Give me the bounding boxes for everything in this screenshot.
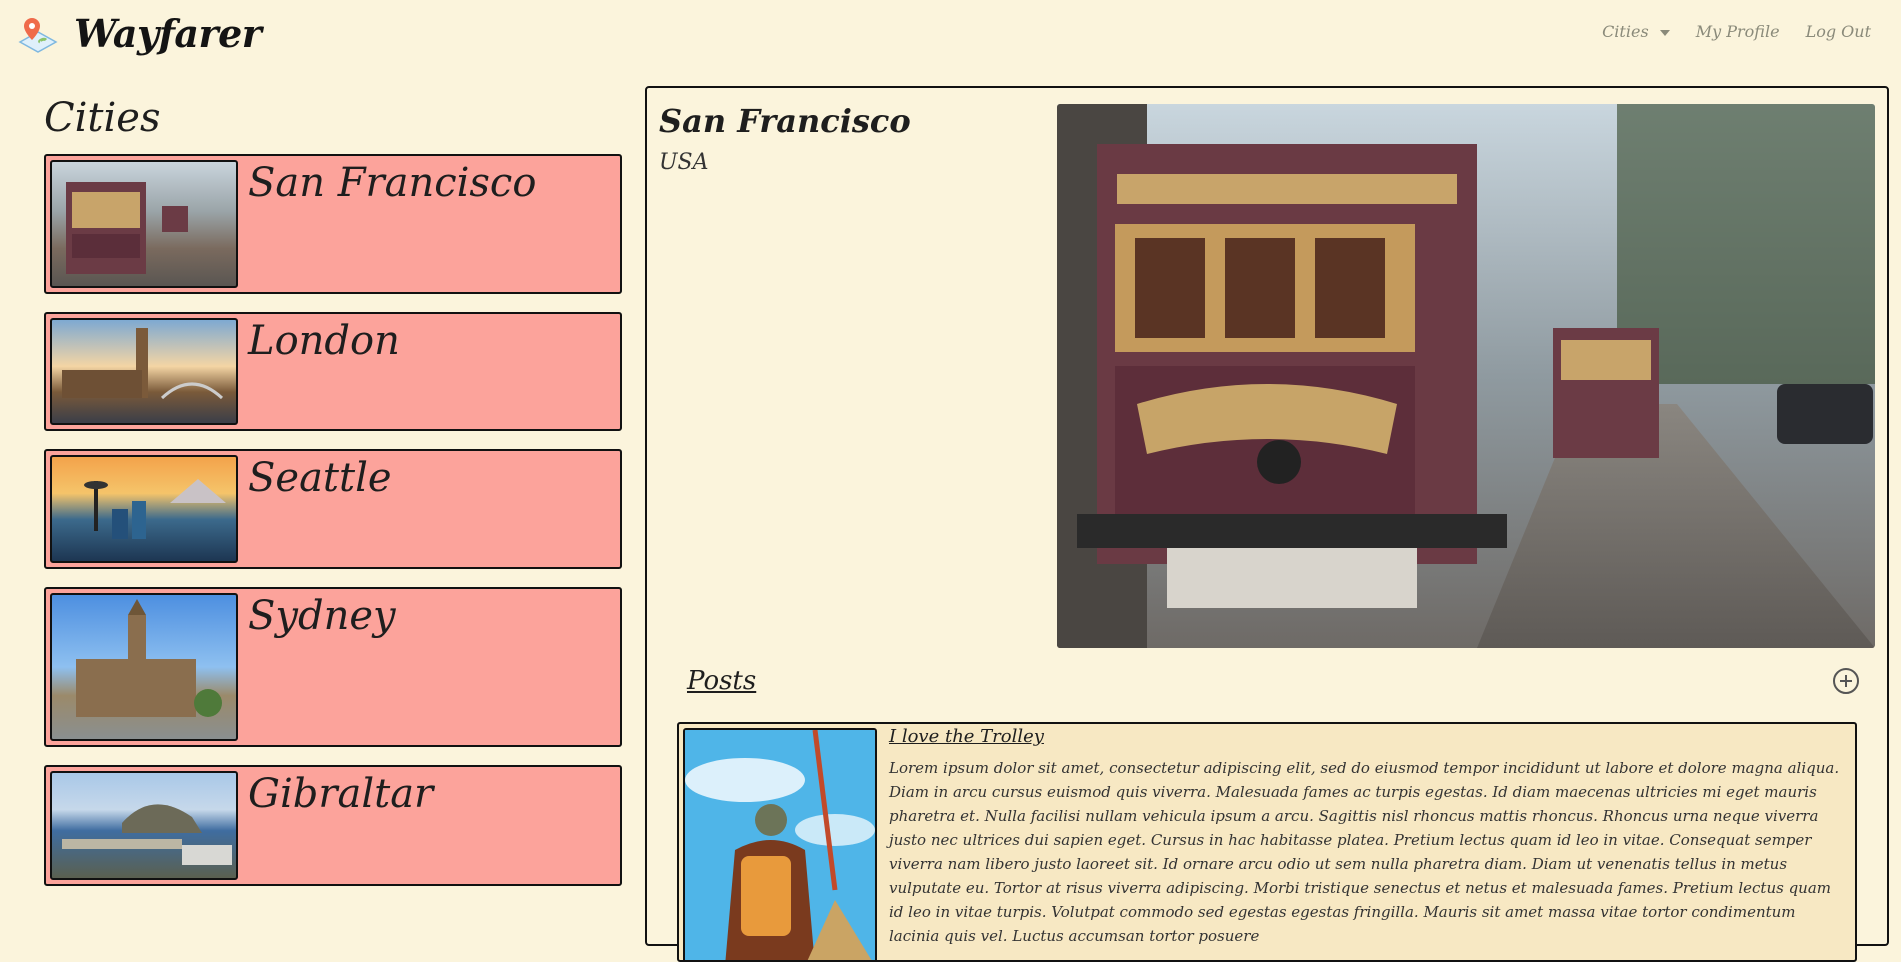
city-detail-panel: San Francisco USA Posts I love the Troll… — [645, 86, 1889, 962]
city-thumbnail — [50, 160, 238, 288]
sydney-thumbnail-image — [76, 599, 222, 717]
app-title: Wayfarer — [74, 11, 262, 56]
post-body: Lorem ipsum dolor sit amet, consectetur … — [889, 759, 1840, 945]
city-thumbnail — [50, 771, 238, 880]
gibraltar-thumbnail-image — [62, 804, 232, 865]
city-card-london[interactable]: London — [44, 312, 622, 431]
navbar: Wayfarer Cities My Profile Log Out — [0, 0, 1901, 66]
posts-title: Posts — [687, 666, 757, 696]
add-post-button[interactable] — [1833, 668, 1859, 694]
nav-cities-dropdown[interactable]: Cities — [1602, 22, 1670, 41]
trolley-thumbnail-image — [66, 182, 188, 274]
hiker-post-image — [685, 730, 875, 960]
city-name: San Francisco — [248, 160, 537, 206]
city-thumbnail — [50, 593, 238, 741]
city-name: London — [248, 318, 400, 364]
city-title: San Francisco — [659, 102, 911, 140]
post-thumbnail — [683, 728, 877, 960]
city-card-sydney[interactable]: Sydney — [44, 587, 622, 747]
city-name: Sydney — [248, 593, 396, 639]
brand[interactable]: Wayfarer — [16, 11, 262, 56]
big-ben-thumbnail-image — [62, 328, 224, 400]
seattle-thumbnail-image — [84, 479, 226, 539]
post-title-link[interactable]: I love the Trolley — [889, 726, 1044, 747]
sidebar-title: Cities — [44, 95, 161, 141]
nav-links: Cities My Profile Log Out — [1602, 22, 1871, 41]
city-card-san-francisco[interactable]: San Francisco — [44, 154, 622, 294]
caret-down-icon — [1659, 29, 1670, 36]
city-country: USA — [659, 150, 709, 175]
city-name: Seattle — [248, 455, 392, 501]
city-hero-image — [1057, 104, 1875, 648]
city-name: Gibraltar — [248, 771, 434, 817]
post-card[interactable]: I love the Trolley Lorem ipsum dolor sit… — [677, 722, 1857, 962]
nav-my-profile[interactable]: My Profile — [1696, 22, 1780, 41]
nav-cities-label: Cities — [1602, 22, 1649, 41]
city-thumbnail — [50, 455, 238, 563]
city-card-seattle[interactable]: Seattle — [44, 449, 622, 569]
nav-log-out[interactable]: Log Out — [1806, 22, 1871, 41]
cities-sidebar: Cities San Francisco London Seattle Sydn… — [44, 94, 622, 904]
cable-car-hero-image — [1057, 104, 1875, 648]
map-pin-logo-icon — [16, 14, 60, 54]
city-card-gibraltar[interactable]: Gibraltar — [44, 765, 622, 886]
city-thumbnail — [50, 318, 238, 425]
